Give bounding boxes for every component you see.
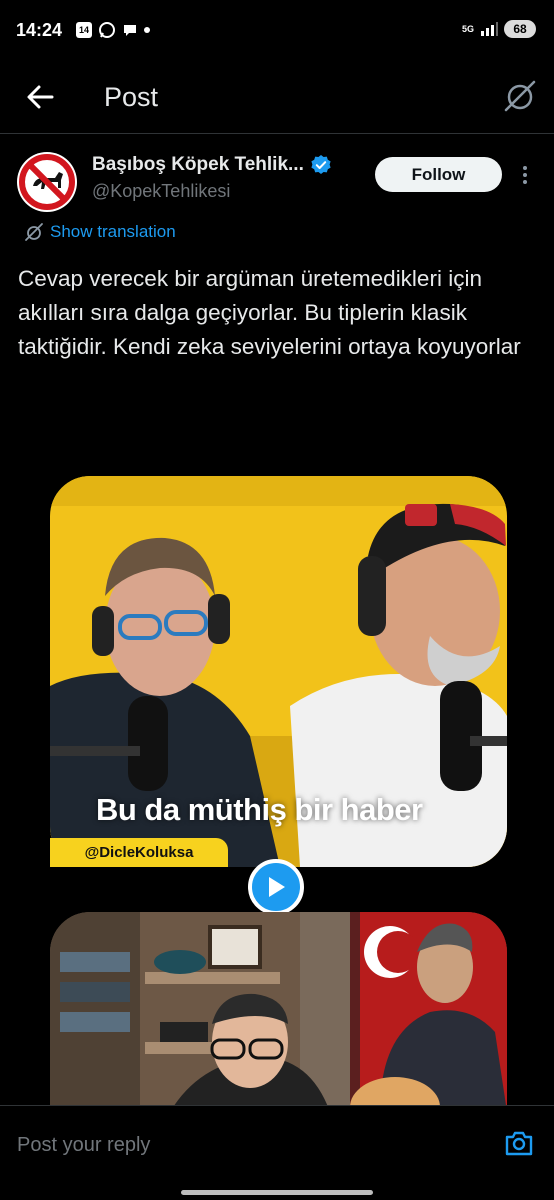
show-translation-link[interactable]: Show translation xyxy=(24,222,176,242)
network-label: 5G xyxy=(461,23,474,34)
play-button[interactable] xyxy=(248,859,304,915)
office-photo-image xyxy=(50,912,507,1112)
reply-bar xyxy=(0,1105,554,1200)
camera-button[interactable] xyxy=(504,1128,534,1158)
camera-icon xyxy=(505,1131,533,1156)
show-translation-label: Show translation xyxy=(50,222,176,241)
calendar-icon: 14 xyxy=(76,22,92,38)
post-text: Cevap verecek bir argüman üretemedikleri… xyxy=(18,266,521,359)
image-thumbnail[interactable] xyxy=(50,912,507,1112)
author-name[interactable]: Başıboş Köpek Tehlik... xyxy=(92,154,304,176)
follow-button[interactable]: Follow xyxy=(375,157,502,192)
notification-icons: 14 xyxy=(76,21,150,39)
more-vertical-icon xyxy=(523,166,527,184)
page-title: Post xyxy=(104,82,159,112)
grok-button[interactable] xyxy=(502,78,538,114)
signal-icon xyxy=(481,22,498,36)
more-notifications-icon xyxy=(144,27,150,33)
gesture-nav-handle[interactable] xyxy=(181,1190,373,1195)
verified-badge-icon xyxy=(311,155,331,174)
status-time: 14:24 xyxy=(16,20,63,40)
grok-icon xyxy=(25,223,43,241)
system-icons: 5G 68 xyxy=(462,20,536,38)
no-dogs-icon xyxy=(18,153,76,211)
author-name-row: Başıboş Köpek Tehlik... xyxy=(92,154,332,176)
whatsapp-icon xyxy=(99,22,115,38)
top-app-bar: Post xyxy=(0,64,554,134)
author-handle[interactable]: @KopekTehlikesi xyxy=(92,181,230,202)
status-bar: 14:24 14 5G 68 xyxy=(0,0,554,64)
video-caption: Bu da müthiş bir haber xyxy=(96,792,423,827)
grok-icon xyxy=(504,80,536,112)
author-avatar[interactable] xyxy=(17,152,77,212)
back-button[interactable] xyxy=(22,80,58,114)
battery-indicator: 68 xyxy=(504,20,536,38)
chat-icon xyxy=(124,25,136,36)
video-watermark: @DicleKoluksa xyxy=(50,838,228,867)
reply-input[interactable] xyxy=(17,1130,457,1160)
more-options-button[interactable] xyxy=(515,160,535,190)
play-icon xyxy=(269,877,285,897)
arrow-left-icon xyxy=(27,85,54,109)
